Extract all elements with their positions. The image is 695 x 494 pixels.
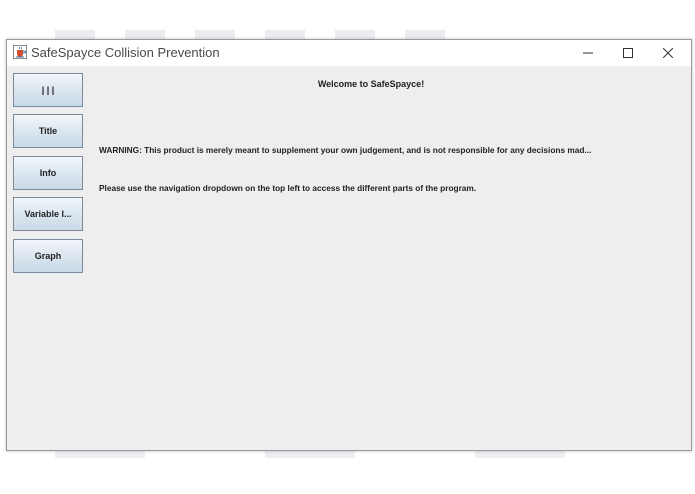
maximize-button[interactable] [608, 40, 648, 66]
minimize-icon [583, 52, 593, 54]
nav-menu-button[interactable]: | | | [13, 73, 83, 107]
nav-variable-input-button[interactable]: Variable I... [13, 197, 83, 231]
window-title: SafeSpayce Collision Prevention [31, 45, 220, 60]
title-bar[interactable]: SafeSpayce Collision Prevention [7, 40, 691, 66]
close-button[interactable] [648, 40, 688, 66]
nav-graph-button[interactable]: Graph [13, 239, 83, 273]
background-taskbar-strip [55, 450, 655, 458]
nav-info-button[interactable]: Info [13, 156, 83, 190]
maximize-icon [623, 48, 633, 58]
close-icon [663, 48, 673, 58]
java-cup-icon [13, 45, 27, 59]
instructions-text: Please use the navigation dropdown on th… [99, 183, 477, 193]
content-panel: | | | Title Info Variable I... Graph Wel… [7, 66, 691, 450]
nav-title-button[interactable]: Title [13, 114, 83, 148]
welcome-heading: Welcome to SafeSpayce! [317, 79, 425, 89]
warning-text: WARNING: This product is merely meant to… [99, 145, 592, 155]
minimize-button[interactable] [568, 40, 608, 66]
app-window: SafeSpayce Collision Prevention | | | Ti… [6, 39, 692, 451]
